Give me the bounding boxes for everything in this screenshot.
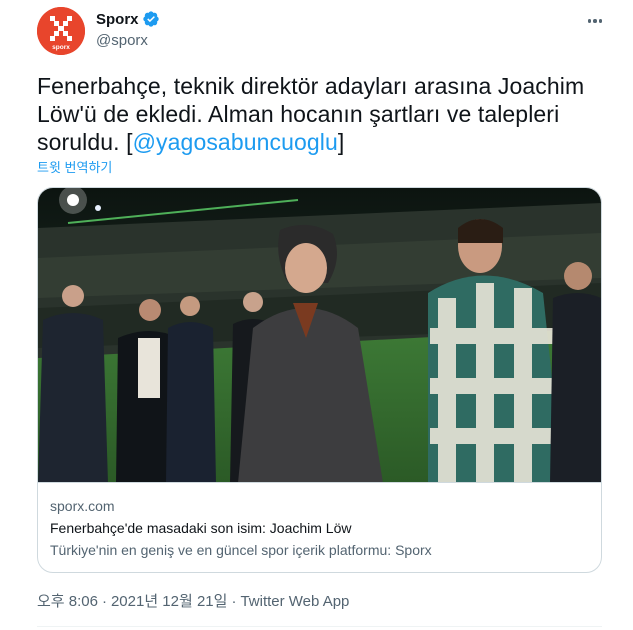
display-name[interactable]: Sporx [96,11,139,28]
mention-link[interactable]: @yagosabuncuoglu [133,129,338,155]
tweet-text: Fenerbahçe, teknik direktör adayları ara… [37,72,597,156]
verified-badge-icon [142,11,159,27]
tweet-date[interactable]: 2021년 12월 21일 [111,593,227,610]
user-name-row[interactable]: Sporx [96,10,160,28]
tweet-time[interactable]: 오후 8:06 [37,593,98,610]
dot [598,19,603,23]
tweet-container: sporx Sporx @sporx Fenerbahçe, teknik di… [0,0,633,630]
card-domain: sporx.com [50,498,115,514]
meta-separator: · [101,593,107,610]
tweet-source[interactable]: Twitter Web App [240,593,349,610]
stadium-photo [38,188,601,482]
user-handle[interactable]: @sporx [96,32,148,49]
sporx-logo-icon: sporx [37,7,85,55]
tweet-text-segment: soruldu. [ [37,129,133,155]
card-title: Fenerbahçe'de masadaki son isim: Joachim… [50,520,352,536]
tweet-meta: 오후 8:06 · 2021년 12월 21일 · Twitter Web App [37,590,349,611]
tweet-text-line: soruldu. [@yagosabuncuoglu] [37,128,597,156]
avatar[interactable]: sporx [37,7,85,55]
divider [37,626,602,627]
tweet-text-line: Löw'ü de ekledi. Alman hocanın şartları … [37,101,560,127]
translate-tweet-link[interactable]: 트윗 번역하기 [37,157,112,176]
dot [587,19,592,23]
tweet-text-segment: ] [337,129,345,155]
svg-text:sporx: sporx [52,44,70,51]
dot [593,19,597,23]
tweet-text-line: Fenerbahçe, teknik direktör adayları ara… [37,73,585,99]
card-image[interactable] [38,188,601,483]
card-description: Türkiye'nin en geniş ve en güncel spor i… [50,542,432,558]
more-options-icon[interactable] [584,10,606,32]
meta-separator: · [231,593,237,610]
link-card[interactable]: sporx.com Fenerbahçe'de masadaki son isi… [37,187,602,573]
